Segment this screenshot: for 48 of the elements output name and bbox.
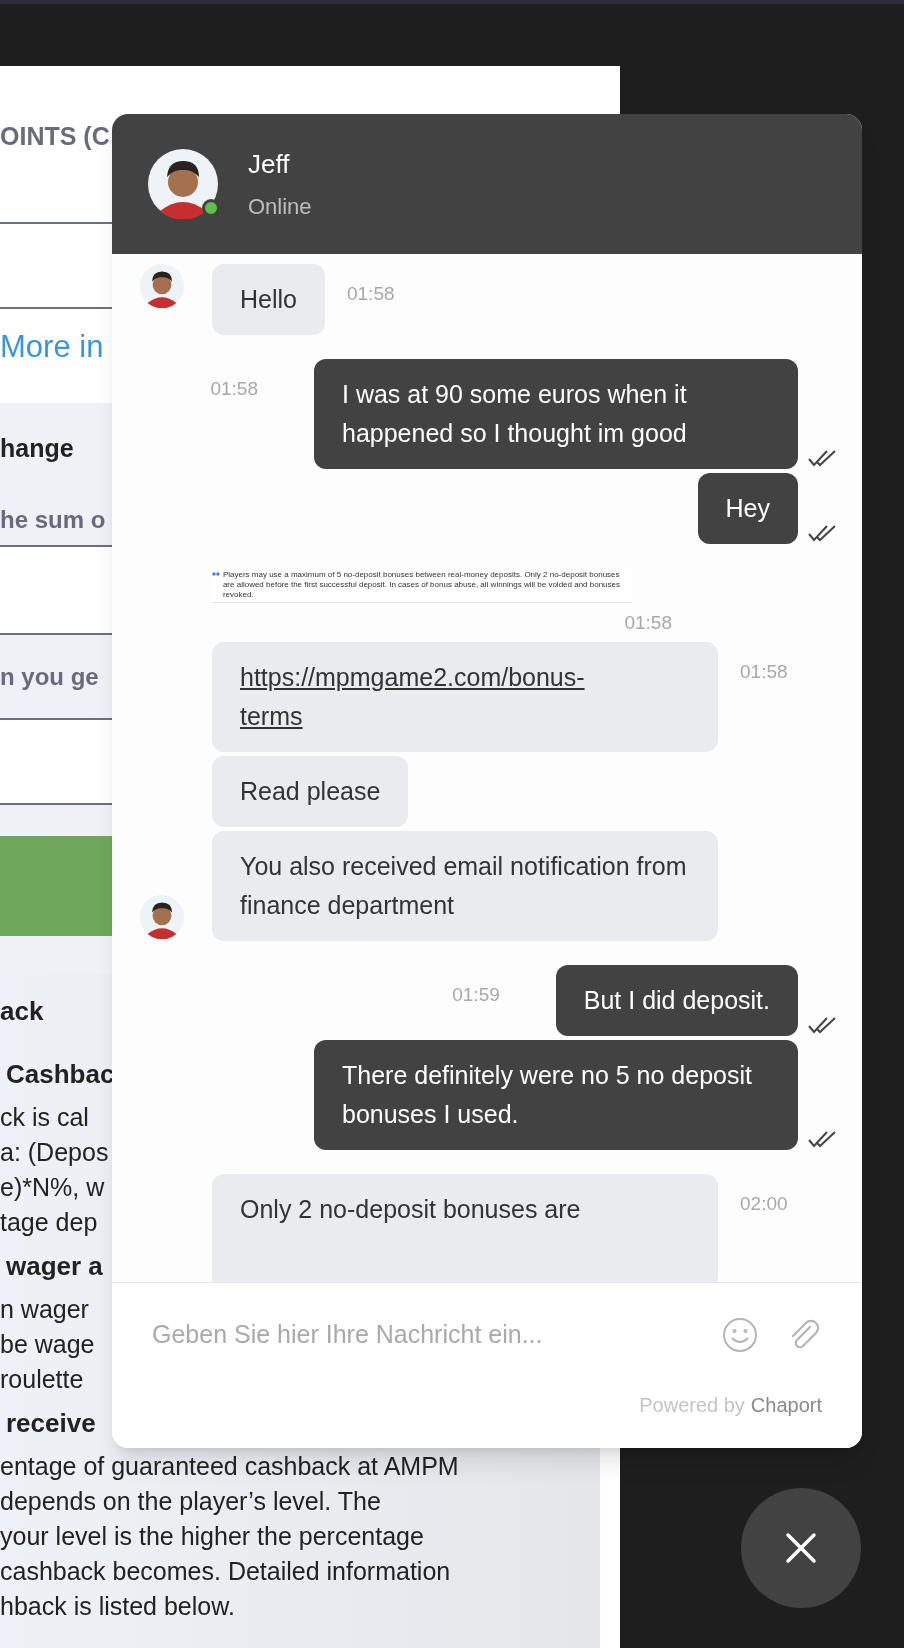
message-bubble: Only 2 no-deposit bonuses are (212, 1173, 718, 1282)
more-info-link[interactable]: More in (0, 324, 104, 371)
body-text: hback is listed below. (0, 1590, 235, 1622)
message-bubble: Hey (697, 473, 798, 544)
message-input[interactable]: Geben Sie hier Ihre Nachricht ein... (152, 1316, 698, 1354)
subheading: Cashbac (6, 1057, 115, 1091)
message-bubble: Read please (212, 755, 409, 827)
body-text: be wage (0, 1328, 95, 1360)
section-heading: hange (0, 433, 74, 465)
emoji-icon[interactable] (722, 1317, 758, 1353)
close-icon (785, 1532, 817, 1564)
body-text: ck is cal (0, 1101, 89, 1133)
agent-status: Online (248, 193, 312, 221)
message-bubble: There definitely were no 5 no deposit bonuses I used. (314, 1039, 798, 1150)
message-time: 01:58 (740, 659, 788, 684)
avatar-icon (148, 149, 218, 219)
screenshot-text: Players may use a maximum of 5 no-deposit bonuses between real-money deposits. Only 2 no-deposit bonuses are allowed before the first successful deposit. In cases of bonus abuse, all winnings will be voided and bonuses revoked. (222, 570, 621, 600)
message-time: 01:58 (624, 611, 672, 635)
bonus-terms-link[interactable]: https://mpmgame2.com/bonus-terms (240, 657, 620, 736)
body-text: roulette (0, 1363, 84, 1395)
body-text: cashback becomes. Detailed information (0, 1555, 451, 1587)
field-label: he sum o (0, 505, 106, 535)
subheading: wager a (6, 1249, 103, 1283)
numbered-dots-icon (212, 570, 220, 578)
field-label: n you ge (0, 661, 99, 692)
message-time: 02:00 (740, 1191, 788, 1216)
body-text: entage of guaranteed cashback at AMPM (0, 1450, 459, 1482)
powered-by-text: Powered by (639, 1393, 745, 1418)
body-text: a: (Depos (0, 1136, 109, 1168)
body-text: depends on the player’s level. The (0, 1485, 381, 1517)
message-bubble: I was at 90 some euros when it happened so I thought im good (314, 359, 798, 469)
message-bubble: But I did deposit. (555, 964, 798, 1036)
message-time: 01:59 (452, 982, 500, 1007)
section-heading: ack (0, 994, 44, 1028)
body-text: e)*N%, w (0, 1171, 105, 1203)
message-time: 01:58 (347, 282, 395, 306)
message-time: 01:58 (210, 377, 258, 401)
agent-name: Jeff (248, 148, 291, 181)
body-text: n wager (0, 1293, 89, 1325)
body-text: tage dep (0, 1206, 98, 1238)
subheading: receive (6, 1406, 96, 1440)
message-bubble: Hello (212, 264, 325, 335)
section-title: OINTS (C (0, 120, 110, 152)
body-text: your level is the higher the percentage (0, 1520, 424, 1552)
input-field[interactable] (0, 545, 112, 635)
input-field[interactable] (0, 718, 112, 805)
message-bubble: You also received email notification from finance department (212, 830, 718, 941)
brand-link[interactable]: Chaport (750, 1390, 822, 1420)
